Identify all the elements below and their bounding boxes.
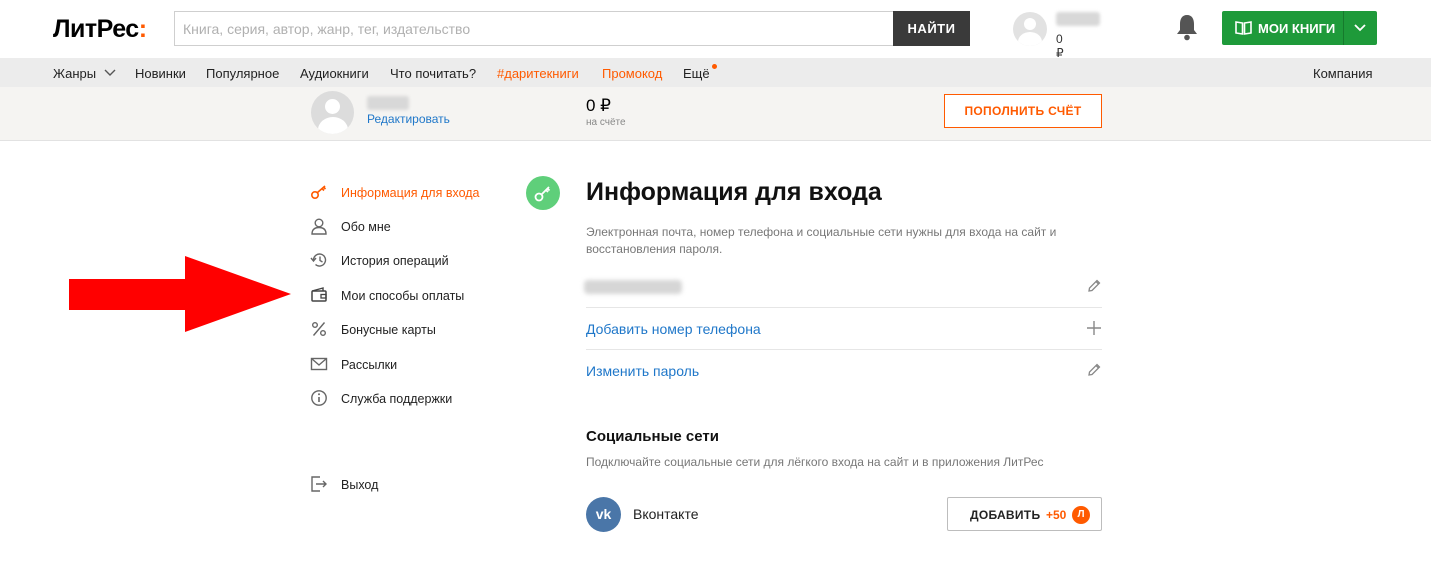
header: ЛитРес: НАЙТИ 0 ₽ МОИ КНИГИ	[0, 0, 1431, 60]
mail-icon	[310, 357, 328, 371]
avatar[interactable]	[311, 91, 354, 134]
chevron-down-icon	[104, 69, 116, 76]
social-description: Подключайте социальные сети для лёгкого …	[586, 455, 1044, 469]
my-books-label: МОИ КНИГИ	[1258, 21, 1336, 36]
email-row	[584, 266, 1102, 308]
logo-accent: :	[138, 15, 147, 43]
history-icon	[310, 253, 327, 267]
edit-profile-link[interactable]: Редактировать	[367, 112, 450, 126]
divider	[1343, 11, 1344, 45]
vk-label: Вконтакте	[633, 506, 699, 522]
key-icon	[310, 185, 327, 200]
sidebar-item-label: Мои способы оплаты	[341, 289, 465, 303]
nav-item-popular[interactable]: Популярное	[206, 66, 279, 81]
bell-icon[interactable]	[1175, 13, 1199, 41]
red-arrow-annotation	[69, 256, 291, 332]
nav-item-more[interactable]: Ещё	[683, 64, 717, 81]
top-up-button[interactable]: ПОПОЛНИТЬ СЧЁТ	[944, 94, 1102, 128]
sidebar-item-label: Рассылки	[341, 358, 398, 372]
profile-strip: Редактировать 0 ₽ на счёте ПОПОЛНИТЬ СЧЁ…	[0, 87, 1431, 141]
add-button-label: ДОБАВИТЬ	[970, 508, 1041, 522]
phone-row: Добавить номер телефона	[586, 308, 1102, 350]
percent-icon	[312, 322, 326, 336]
nav-item-gift-books[interactable]: #даритекниги	[497, 66, 579, 81]
search-input[interactable]	[174, 11, 894, 46]
nav-item-company[interactable]: Компания	[1313, 66, 1373, 81]
chevron-down-icon[interactable]	[1353, 20, 1367, 34]
logo-text: ЛитРес	[53, 15, 139, 43]
info-icon	[311, 390, 327, 406]
logout-icon	[311, 476, 327, 492]
avatar[interactable]	[1013, 12, 1047, 46]
search-button[interactable]: НАЙТИ	[893, 11, 970, 46]
notification-dot	[711, 64, 717, 69]
main-nav: Жанры Новинки Популярное Аудиокниги Что …	[0, 58, 1431, 87]
sidebar-item-label: Служба поддержки	[341, 392, 453, 406]
book-icon	[1235, 21, 1252, 35]
nav-item-audiobooks[interactable]: Аудиокниги	[300, 66, 369, 81]
nav-item-promocode[interactable]: Промокод	[602, 66, 662, 81]
balance-value: 0 ₽	[586, 96, 611, 115]
sidebar-item-label: История операций	[341, 254, 449, 268]
litres-logo[interactable]: ЛитРес:	[53, 15, 147, 44]
mini-balance: 0 ₽	[1056, 32, 1064, 60]
balance-caption: на счёте	[586, 117, 626, 128]
blurred-email	[584, 280, 682, 294]
plus-icon[interactable]	[1086, 320, 1102, 336]
page-title: Информация для входа	[586, 178, 882, 206]
pencil-icon[interactable]	[1086, 278, 1102, 294]
my-books-button[interactable]: МОИ КНИГИ	[1222, 11, 1377, 45]
key-icon	[534, 186, 551, 202]
password-row: Изменить пароль	[586, 350, 1102, 392]
page-description: Электронная почта, номер телефона и соци…	[586, 225, 1057, 256]
litres-coin-icon: Л	[1072, 506, 1090, 524]
sidebar-item-label: Информация для входа	[341, 186, 480, 200]
nav-label: Ещё	[683, 66, 710, 81]
nav-item-what-to-read[interactable]: Что почитать?	[390, 66, 476, 81]
blurred-username	[1056, 12, 1100, 26]
wallet-icon	[311, 287, 327, 302]
user-icon	[311, 218, 327, 235]
social-title: Социальные сети	[586, 428, 719, 445]
change-password-link[interactable]: Изменить пароль	[586, 363, 699, 379]
bonus-amount: +50	[1046, 508, 1067, 522]
key-badge	[526, 176, 560, 210]
add-phone-link[interactable]: Добавить номер телефона	[586, 321, 761, 337]
nav-item-genres[interactable]: Жанры	[53, 66, 116, 81]
nav-label: Жанры	[53, 66, 97, 81]
pencil-icon[interactable]	[1086, 362, 1102, 378]
add-vk-button[interactable]: ДОБАВИТЬ +50 Л	[947, 497, 1102, 531]
sidebar-item-label: Бонусные карты	[341, 323, 436, 337]
vk-icon: vk	[586, 497, 621, 532]
sidebar-item-label: Обо мне	[341, 220, 391, 234]
blurred-username	[367, 96, 409, 110]
nav-item-new[interactable]: Новинки	[135, 66, 186, 81]
sidebar-item-label: Выход	[341, 478, 379, 492]
